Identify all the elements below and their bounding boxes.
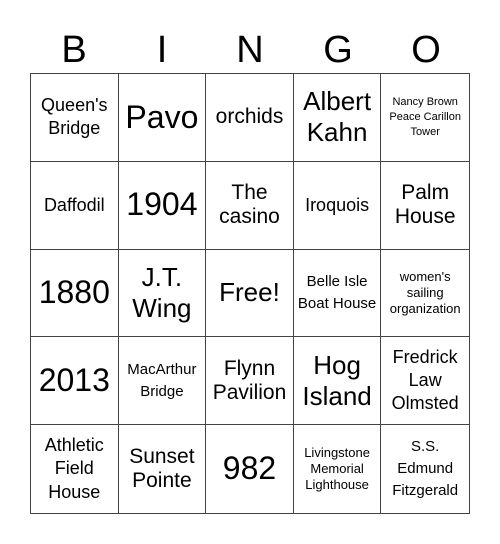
bingo-cell-label: The casino (219, 181, 280, 229)
bingo-cell[interactable]: Daffodil (31, 161, 119, 250)
bingo-cell-label: Pavo (125, 98, 199, 135)
bingo-cell[interactable]: 1880 (31, 249, 119, 338)
bingo-cell-label: Iroquois (305, 194, 370, 215)
bingo-cell-label: Hog Island (302, 349, 372, 411)
bingo-cell-label: 982 (222, 450, 277, 487)
bingo-cell[interactable]: orchids (206, 74, 294, 162)
bingo-cell-label: 2013 (38, 361, 110, 398)
bingo-cell[interactable]: J.T. Wing (118, 249, 207, 338)
bingo-cell-label: orchids (215, 105, 284, 129)
bingo-cell-label: Palm House (394, 181, 456, 229)
bingo-cell[interactable]: 982 (206, 425, 294, 513)
bingo-cell[interactable]: 1904 (118, 161, 207, 250)
bingo-cell-label: Athletic Field House (44, 435, 104, 502)
bingo-grid: Queen's Bridge Pavo orchids Albert Kahn Nanc… (30, 73, 470, 514)
bingo-cell[interactable]: women's sailing organization (381, 250, 469, 338)
bingo-cell[interactable]: Fredrick Law Olmsted (381, 337, 469, 426)
header-letter-o: O (411, 29, 441, 71)
bingo-cell[interactable]: Albert Kahn (293, 74, 382, 162)
free-space-cell[interactable]: Free! (206, 249, 294, 338)
bingo-cell[interactable]: Iroquois (293, 161, 382, 250)
bingo-cell[interactable]: MacArthur Bridge (118, 337, 207, 426)
bingo-cell-label: Livingstone Memorial Lighthouse (304, 444, 370, 493)
bingo-cell-label: Sunset Pointe (129, 444, 195, 493)
bingo-cell[interactable]: S.S. Edmund Fitzgerald (381, 425, 469, 513)
bingo-cell-label: Belle Isle Boat House (297, 273, 377, 312)
header-letter-i: I (156, 29, 168, 71)
bingo-cell-label: MacArthur Bridge (127, 361, 197, 400)
bingo-cell[interactable]: Nancy Brown Peace Carillon Tower (381, 74, 469, 162)
header-letter-n: N (236, 29, 264, 71)
bingo-cell-label: 1880 (38, 274, 110, 311)
bingo-header: B I N G O (30, 28, 470, 72)
bingo-cell[interactable]: Athletic Field House (31, 425, 119, 513)
bingo-cell[interactable]: Livingstone Memorial Lighthouse (294, 425, 382, 513)
bingo-cell[interactable]: 2013 (31, 337, 119, 426)
header-letter-g: G (323, 29, 353, 71)
bingo-cell-label: Flynn Pavilion (212, 356, 287, 404)
bingo-cell[interactable]: Hog Island (293, 337, 382, 426)
bingo-cell[interactable]: Belle Isle Boat House (293, 249, 382, 338)
bingo-cell-label: Daffodil (43, 194, 105, 215)
bingo-cell[interactable]: The casino (206, 161, 294, 250)
bingo-cell-label: S.S. Edmund Fitzgerald (392, 438, 459, 499)
bingo-cell-label: 1904 (126, 186, 198, 223)
bingo-cell[interactable]: Queen's Bridge (31, 74, 119, 162)
bingo-cell-label: J.T. Wing (132, 261, 192, 323)
bingo-cell[interactable]: Flynn Pavilion (206, 337, 294, 426)
bingo-cell-label: Free! (219, 277, 280, 308)
bingo-cell-label: Fredrick Law Olmsted (391, 346, 459, 414)
bingo-cell[interactable]: Pavo (118, 74, 207, 162)
header-letter-b: B (61, 29, 87, 71)
bingo-cell[interactable]: Sunset Pointe (119, 425, 207, 513)
bingo-cell-label: Queen's Bridge (41, 95, 108, 139)
bingo-cell-label: women's sailing organization (389, 268, 461, 317)
bingo-cell[interactable]: Palm House (381, 162, 469, 250)
bingo-cell-label: Albert Kahn (303, 86, 372, 148)
bingo-cell-label: Nancy Brown Peace Carillon Tower (389, 96, 461, 138)
